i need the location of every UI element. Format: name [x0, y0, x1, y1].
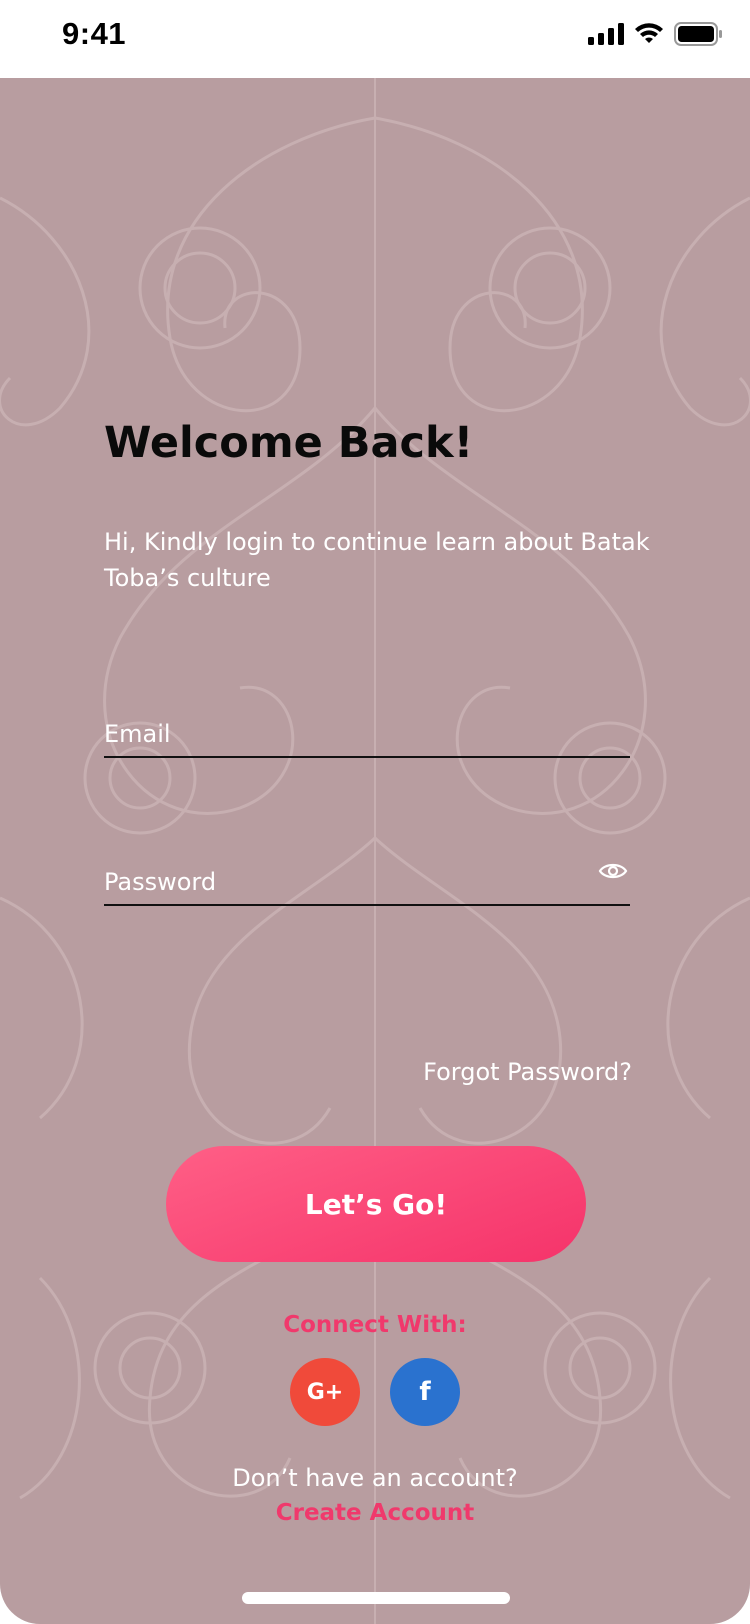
login-button[interactable]: Let’s Go!: [166, 1146, 586, 1262]
google-plus-icon: G+: [306, 1379, 344, 1405]
status-bar: 9:41: [0, 0, 750, 78]
show-password-icon[interactable]: [598, 860, 628, 882]
password-field[interactable]: [104, 868, 564, 896]
connect-with-label: Connect With:: [283, 1312, 467, 1338]
password-field-container: [104, 840, 630, 906]
home-indicator[interactable]: [242, 1592, 510, 1604]
forgot-password-link[interactable]: Forgot Password?: [423, 1058, 632, 1086]
facebook-icon: f: [419, 1377, 431, 1407]
no-account-text: Don’t have an account?: [232, 1464, 518, 1492]
login-screen: 9:41 Welcome Back! Hi, Kindly login to c…: [0, 0, 750, 1624]
battery-icon: [674, 22, 722, 46]
page-title: Welcome Back!: [104, 418, 474, 468]
status-time: 9:41: [62, 16, 127, 51]
facebook-login-button[interactable]: f: [390, 1358, 460, 1426]
wifi-icon: [635, 23, 663, 43]
google-login-button[interactable]: G+: [290, 1358, 360, 1426]
status-icons: [588, 22, 722, 46]
signal-icon: [588, 23, 624, 45]
email-field-container: [104, 690, 630, 758]
email-field[interactable]: [104, 720, 564, 748]
create-account-link[interactable]: Create Account: [0, 1500, 750, 1526]
page-subtitle: Hi, Kindly login to continue learn about…: [104, 528, 650, 592]
